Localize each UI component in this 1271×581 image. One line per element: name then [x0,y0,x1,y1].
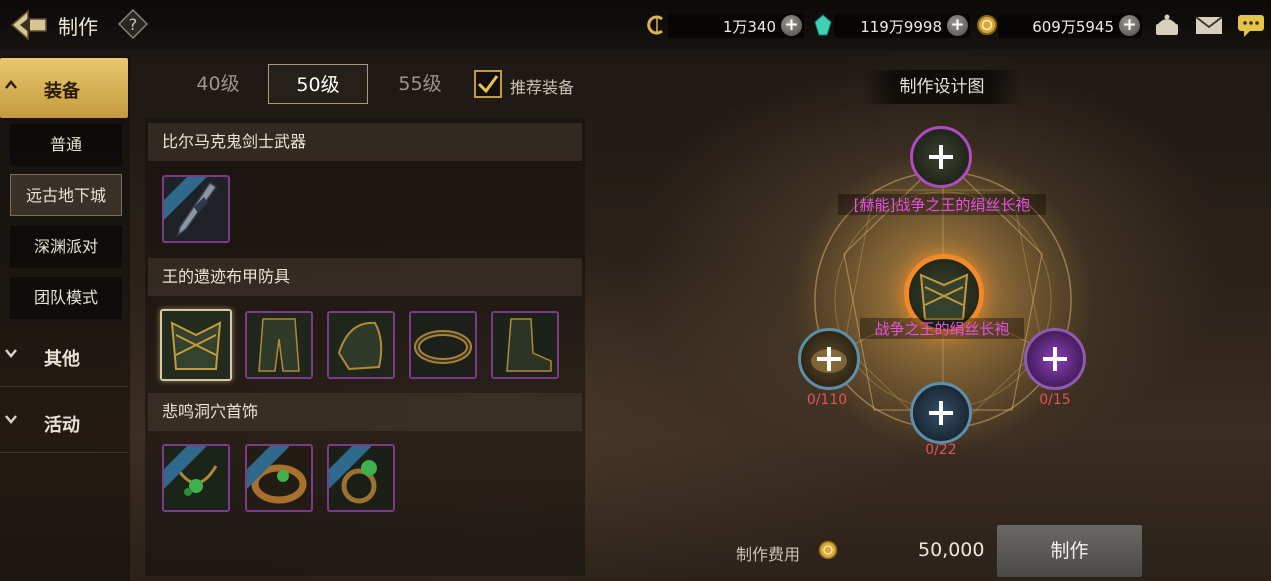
design-title: 制作设计图 [862,70,1022,104]
center-item-name: 战争之王的绢丝长袍 [860,318,1024,339]
sidebar-sub-normal[interactable]: 普通 [10,124,122,166]
cost-label: 制作费用 [736,545,801,564]
plus-icon [811,347,847,373]
sidebar-item-activity[interactable]: 活动 [0,392,128,452]
material-count-3: 0/15 [1039,392,1071,408]
chat-icon[interactable] [1236,12,1266,38]
gold-coin-icon [818,540,838,560]
item-slot-necklace[interactable] [162,444,230,512]
material-node-2[interactable] [910,382,972,444]
section-header-armor: 王的遗迹布甲防具 [148,258,582,296]
currency-gold-value: 609万5945 [1032,18,1114,36]
material-node-3[interactable] [1024,328,1086,390]
checkmark-icon [477,75,499,94]
sidebar-divider [0,452,128,453]
merchant-icon[interactable] [1152,12,1182,38]
material-count-2: 0/22 [925,442,957,458]
craft-button[interactable]: 制作 [997,525,1142,577]
currency-crystal: 119万9998 + [834,14,970,38]
item-slot-ring[interactable] [327,444,395,512]
sidebar-item-equipment[interactable]: 装备 [0,58,128,118]
sidebar-divider [0,386,128,387]
material-node-1[interactable] [798,328,860,390]
boots-icon [493,313,557,377]
tab-level-50[interactable]: 50级 [268,64,368,104]
upgrade-result-node[interactable] [910,126,972,188]
item-slot-weapon[interactable] [162,175,230,243]
tab-level-40[interactable]: 40级 [168,64,268,104]
upgrade-item-name: [赫能]战争之王的绢丝长袍 [838,194,1046,215]
currency-c-value: 1万340 [722,18,776,36]
item-slot-belt[interactable] [409,311,477,379]
back-button[interactable] [10,8,50,42]
item-slot-shoulder[interactable] [327,311,395,379]
page-title: 制作 [58,15,98,39]
currency-c: 1万340 + [668,14,804,38]
section-header-weapon: 比尔马克鬼剑士武器 [148,123,582,161]
chevron-up-icon [5,80,17,89]
plus-icon [929,145,953,169]
sidebar-item-other[interactable]: 其他 [0,326,128,386]
sidebar-sub-ancient-dungeon[interactable]: 远古地下城 [10,174,122,216]
help-icon[interactable]: ? [117,8,149,40]
tab-level-55[interactable]: 55级 [370,64,470,104]
add-gold-button[interactable]: + [1119,15,1140,36]
recommend-label: 推荐装备 [510,78,575,97]
belt-icon [411,313,475,377]
shoulder-icon [329,313,393,377]
sidebar-sub-abyss-party[interactable]: 深渊派对 [10,226,122,268]
sidebar-item-label: 活动 [44,415,80,436]
svg-text:?: ? [129,15,138,34]
material-count-1: 0/110 [806,392,848,408]
gold-coin-icon [976,14,998,36]
mail-icon[interactable] [1194,12,1224,38]
add-currency-c-button[interactable]: + [781,15,802,36]
teal-crystal-icon [812,14,834,36]
back-arrow-icon [10,9,47,41]
recommend-checkbox[interactable] [474,70,502,98]
cost-value: 50,000 [918,539,985,561]
currency-crystal-value: 119万9998 [860,18,942,36]
gold-c-coin-icon [646,14,668,36]
item-slot-bracelet[interactable] [245,444,313,512]
sidebar-item-label: 装备 [44,81,80,102]
chevron-down-icon [5,349,17,358]
robe-icon [162,311,230,379]
add-crystal-button[interactable]: + [947,15,968,36]
item-slot-robe[interactable] [160,309,232,381]
plus-icon [1043,347,1067,371]
currency-gold: 609万5945 + [998,14,1142,38]
chevron-down-icon [5,415,17,424]
item-slot-leggings[interactable] [245,311,313,379]
sidebar-sub-raid-mode[interactable]: 团队模式 [10,277,122,319]
section-header-accessory: 悲鸣洞穴首饰 [148,393,582,431]
leggings-icon [247,313,311,377]
item-slot-boots[interactable] [491,311,559,379]
plus-icon [929,401,953,425]
sidebar-item-label: 其他 [44,349,80,370]
